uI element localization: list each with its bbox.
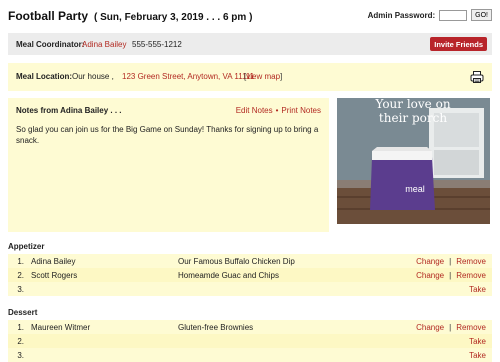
location-bar: Meal Location: Our house , 123 Green Str… (8, 63, 492, 91)
print-notes-link[interactable]: Print Notes (281, 106, 321, 115)
coordinator-label: Meal Coordinator: (16, 40, 85, 49)
notes-actions: Edit Notes • Print Notes (236, 106, 321, 115)
location-label: Meal Location: (16, 72, 73, 81)
change-link[interactable]: Change (416, 271, 444, 280)
notes-panel: Notes from Adina Bailey . . . Edit Notes… (8, 98, 329, 232)
signup-row: 1. Adina Bailey Our Famous Buffalo Chick… (8, 254, 492, 268)
notes-action-separator: • (275, 106, 279, 115)
ad-headline-line2: their porch (379, 111, 447, 125)
row-volunteer-name: Adina Bailey (31, 256, 76, 266)
action-separator: | (449, 322, 452, 332)
coordinator-phone: 555-555-1212 (132, 40, 182, 49)
row-number: 3. (17, 350, 24, 360)
row-number: 2. (17, 336, 24, 346)
remove-link[interactable]: Remove (456, 323, 486, 332)
row-volunteer-name: Scott Rogers (31, 270, 78, 280)
ad-box-brand: meal (405, 184, 425, 194)
take-link[interactable]: Take (469, 337, 486, 346)
signup-row: 2. Take (8, 334, 492, 348)
row-volunteer-name: Maureen Witmer (31, 322, 91, 332)
row-number: 2. (17, 270, 24, 280)
row-actions: Change | Remove (416, 323, 486, 332)
section-appetizer: Appetizer 1. Adina Bailey Our Famous Buf… (8, 240, 492, 296)
section-title: Appetizer (8, 242, 45, 251)
remove-link[interactable]: Remove (456, 257, 486, 266)
remove-link[interactable]: Remove (456, 271, 486, 280)
action-separator: | (449, 270, 452, 280)
admin-login: Admin Password: GO! (368, 9, 492, 21)
signup-row: 3. Take (8, 282, 492, 296)
coordinator-bar: Meal Coordinator: Adina Bailey 555-555-1… (8, 33, 492, 55)
change-link[interactable]: Change (416, 257, 444, 266)
signup-row: 2. Scott Rogers Homeamde Guac and Chips … (8, 268, 492, 282)
section-dessert: Dessert 1. Maureen Witmer Gluten-free Br… (8, 306, 492, 362)
signup-row: 3. Take (8, 348, 492, 362)
map-bracket-close: ] (280, 72, 283, 81)
action-separator: | (449, 256, 452, 266)
row-number: 1. (17, 322, 24, 332)
location-place: Our house , (72, 72, 114, 81)
printer-icon[interactable] (470, 70, 484, 84)
row-actions: Change | Remove (416, 271, 486, 280)
invite-friends-button[interactable]: Invite Friends (430, 37, 487, 51)
take-link[interactable]: Take (469, 285, 486, 294)
notes-body: So glad you can join us for the Big Game… (16, 125, 319, 145)
row-number: 3. (17, 284, 24, 294)
ad-banner-image[interactable]: Your love on their porch meal (337, 98, 490, 224)
location-address-link[interactable]: 123 Green Street, Anytown, VA 11111 (122, 72, 254, 81)
notes-title: Notes from Adina Bailey . . . (16, 106, 122, 115)
view-map-link[interactable]: [view map] (244, 72, 282, 81)
edit-notes-link[interactable]: Edit Notes (236, 106, 273, 115)
signup-row: 1. Maureen Witmer Gluten-free Brownies C… (8, 320, 492, 334)
view-map-label: view map (246, 72, 281, 81)
admin-password-label: Admin Password: (367, 10, 436, 20)
row-actions: Change | Remove (416, 257, 486, 266)
change-link[interactable]: Change (416, 323, 444, 332)
ad-headline-line1: Your love on (374, 98, 450, 111)
page-header: Football Party ( Sun, February 3, 2019 . … (8, 6, 492, 28)
event-title: Football Party ( Sun, February 3, 2019 . … (8, 9, 252, 23)
section-title: Dessert (8, 308, 38, 317)
go-button[interactable]: GO! (471, 9, 492, 21)
admin-password-input[interactable] (439, 9, 468, 21)
event-date: ( Sun, February 3, 2019 . . . 6 pm ) (94, 12, 253, 23)
take-link[interactable]: Take (469, 351, 486, 360)
coordinator-name-link[interactable]: Adina Bailey (82, 40, 126, 49)
row-number: 1. (17, 256, 24, 266)
event-name: Football Party (8, 9, 89, 23)
